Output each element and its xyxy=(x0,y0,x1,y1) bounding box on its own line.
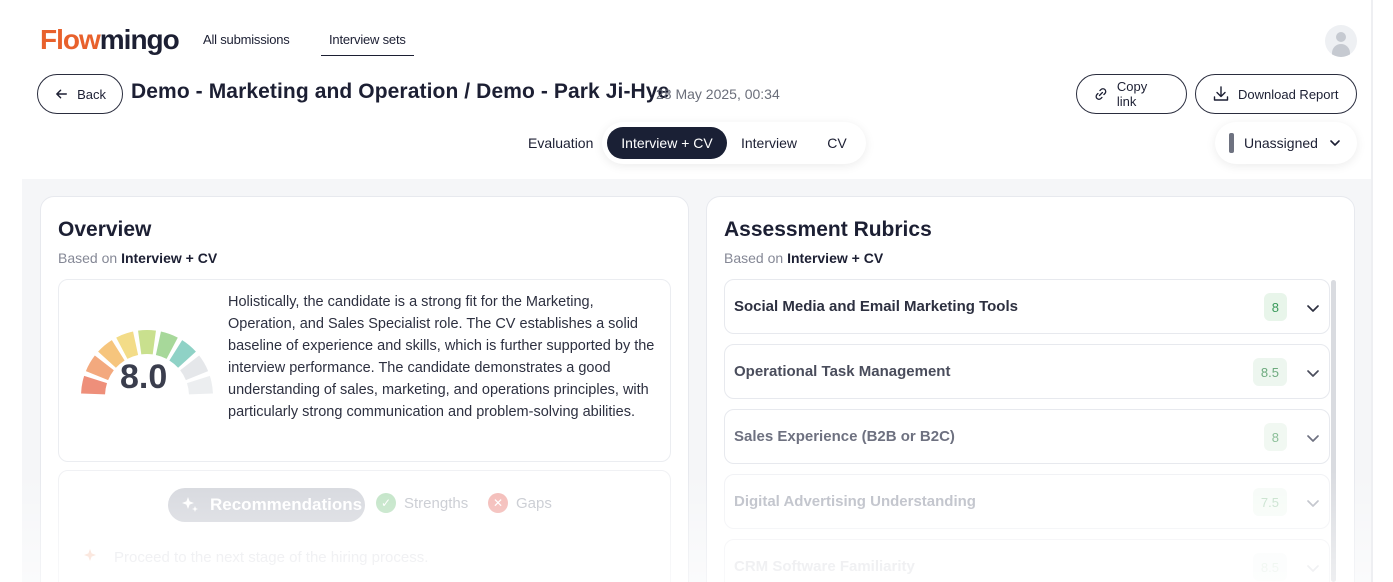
copy-link-label: Copy link xyxy=(1116,79,1148,109)
rubric-score-badge: 8.5 xyxy=(1252,358,1287,386)
avatar-body-shape xyxy=(1332,44,1350,57)
rubric-score-badge: 8 xyxy=(1263,293,1287,321)
rubrics-title: Assessment Rubrics xyxy=(724,218,932,241)
chevron-down-icon[interactable] xyxy=(1305,430,1321,446)
overview-title: Overview xyxy=(58,218,152,241)
back-label: Back xyxy=(77,86,106,102)
x-icon: ✕ xyxy=(488,493,508,513)
recommendations-label: Recommendations xyxy=(210,495,363,514)
strengths-label: Strengths xyxy=(404,494,469,512)
page-title: Demo - Marketing and Operation / Demo - … xyxy=(131,80,670,103)
download-report-button[interactable]: Download Report xyxy=(1195,74,1357,114)
chevron-down-icon[interactable] xyxy=(1305,365,1321,381)
arrow-left-icon xyxy=(56,89,67,99)
recommendation-text: Proceed to the next stage of the hiring … xyxy=(114,548,429,566)
tab-gaps[interactable]: ✕ Gaps xyxy=(488,493,552,513)
top-navigation: Flowmingo All submissions Interview sets xyxy=(0,0,1393,64)
overview-based-on: Based on Interview + CV xyxy=(58,250,217,266)
gauge-segment xyxy=(186,375,213,395)
logo-text-mingo: mingo xyxy=(99,24,180,55)
overview-summary: Holistically, the candidate is a strong … xyxy=(228,294,655,420)
avatar-head-shape xyxy=(1336,32,1346,42)
chevron-down-icon[interactable] xyxy=(1305,495,1321,511)
gaps-label: Gaps xyxy=(516,494,552,512)
rubric-label: Sales Experience (B2B or B2C) xyxy=(734,428,955,445)
status-color-bar xyxy=(1229,133,1234,153)
assignee-label: Unassigned xyxy=(1244,135,1318,151)
chevron-down-icon[interactable] xyxy=(1305,560,1321,576)
rubric-score-badge: 7.5 xyxy=(1252,488,1287,516)
rubric-row[interactable]: Sales Experience (B2B or B2C) 8 xyxy=(724,409,1330,464)
recommendation-item: Proceed to the next stage of the hiring … xyxy=(82,547,428,567)
based-on-prefix: Based on xyxy=(58,250,118,266)
based-on-value: Interview + CV xyxy=(787,250,884,266)
nav-tab-interview-sets[interactable]: Interview sets xyxy=(321,32,414,56)
overall-score: 8.0 xyxy=(120,358,168,396)
download-report-label: Download Report xyxy=(1238,86,1339,102)
chevron-down-icon xyxy=(1330,140,1340,146)
rubric-row[interactable]: CRM Software Familiarity 8.5 xyxy=(724,539,1330,582)
gauge-segment xyxy=(81,375,108,395)
tab-recommendations[interactable]: Recommendations xyxy=(168,488,365,522)
chevron-down-icon[interactable] xyxy=(1305,300,1321,316)
rubric-label: Digital Advertising Understanding xyxy=(734,493,976,510)
rubric-label: Social Media and Email Marketing Tools xyxy=(734,298,1018,315)
logo-text-flow: Flow xyxy=(40,24,101,55)
rubric-label: CRM Software Familiarity xyxy=(734,558,915,575)
rubric-score-badge: 8 xyxy=(1263,423,1287,451)
nav-tab-all-submissions[interactable]: All submissions xyxy=(203,32,290,47)
rubrics-based-on: Based on Interview + CV xyxy=(724,250,883,266)
tab-cv[interactable]: CV xyxy=(815,127,859,159)
flowmingo-logo[interactable]: Flowmingo xyxy=(40,22,180,58)
tab-interview-cv[interactable]: Interview + CV xyxy=(607,127,727,159)
window-edge xyxy=(1371,0,1373,582)
rubric-row[interactable]: Digital Advertising Understanding 7.5 xyxy=(724,474,1330,529)
tab-interview[interactable]: Interview xyxy=(733,127,805,159)
link-icon xyxy=(1095,88,1107,100)
rubric-row[interactable]: Social Media and Email Marketing Tools 8 xyxy=(724,279,1330,334)
back-button[interactable]: Back xyxy=(37,74,123,114)
based-on-prefix: Based on xyxy=(724,250,784,266)
rubric-score-badge: 8.5 xyxy=(1252,553,1287,581)
gauge-segment xyxy=(138,330,156,355)
submission-date: 28 May 2025, 00:34 xyxy=(656,86,780,102)
tab-evaluation[interactable]: Evaluation xyxy=(528,135,593,151)
check-icon: ✓ xyxy=(376,493,396,513)
rubric-row[interactable]: Operational Task Management 8.5 xyxy=(724,344,1330,399)
sparkle-icon xyxy=(84,549,96,561)
rubric-label: Operational Task Management xyxy=(734,363,951,380)
user-avatar[interactable] xyxy=(1325,25,1357,57)
based-on-value: Interview + CV xyxy=(121,250,218,266)
assignee-dropdown[interactable]: Unassigned xyxy=(1215,122,1357,164)
rubric-scrollbar[interactable] xyxy=(1331,280,1336,582)
sparkle-icon xyxy=(182,497,198,512)
copy-link-button[interactable]: Copy link xyxy=(1076,74,1187,114)
download-icon xyxy=(1213,86,1229,101)
tab-strengths[interactable]: ✓ Strengths xyxy=(376,493,468,513)
